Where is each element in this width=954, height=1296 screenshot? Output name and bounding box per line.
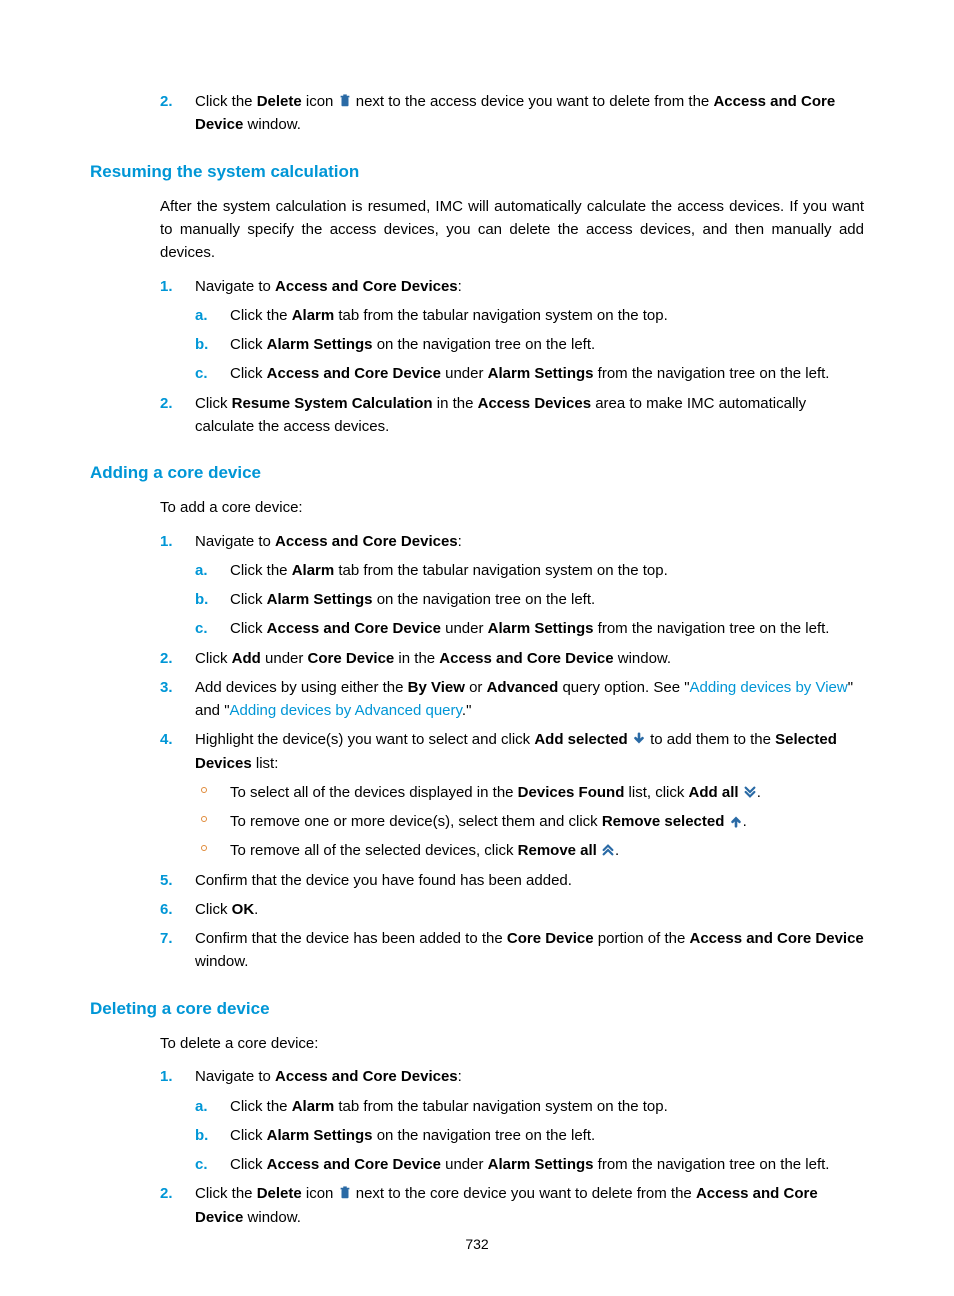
step-5: 5. Confirm that the device you have foun…: [160, 869, 864, 892]
step-4: 4. Highlight the device(s) you want to s…: [160, 728, 864, 862]
substep-b: b. Click Alarm Settings on the navigatio…: [195, 1124, 864, 1147]
deleting-list: 1. Navigate to Access and Core Devices: …: [160, 1065, 864, 1229]
intro-resuming: After the system calculation is resumed,…: [160, 195, 864, 265]
adding-list: 1. Navigate to Access and Core Devices: …: [160, 530, 864, 974]
bullets: To select all of the devices displayed i…: [195, 781, 864, 863]
bullet-marker: [201, 787, 207, 793]
link-adding-by-view[interactable]: Adding devices by View: [690, 679, 848, 696]
heading-deleting: Deleting a core device: [90, 996, 864, 1022]
bullet-1: To select all of the devices displayed i…: [195, 781, 864, 804]
step-3: 3. Add devices by using either the By Vi…: [160, 676, 864, 723]
intro-deleting: To delete a core device:: [160, 1032, 864, 1055]
document-page: 2. Click the Delete icon next to the acc…: [0, 0, 954, 1296]
bullet-marker: [201, 816, 207, 822]
trash-icon: [338, 94, 352, 108]
bullet-marker: [201, 845, 207, 851]
substep-a: a. Click the Alarm tab from the tabular …: [195, 1095, 864, 1118]
step-1: 1. Navigate to Access and Core Devices: …: [160, 275, 864, 386]
step-1: 1. Navigate to Access and Core Devices: …: [160, 530, 864, 641]
substeps: a. Click the Alarm tab from the tabular …: [195, 1095, 864, 1177]
intro-adding: To add a core device:: [160, 496, 864, 519]
double-arrow-down-icon: [743, 785, 757, 799]
bullet-3: To remove all of the selected devices, c…: [195, 839, 864, 862]
substep-c: c. Click Access and Core Device under Al…: [195, 1153, 864, 1176]
arrow-down-icon: [632, 732, 646, 746]
substep-a: a. Click the Alarm tab from the tabular …: [195, 559, 864, 582]
top-list: 2. Click the Delete icon next to the acc…: [160, 90, 864, 137]
substeps: a. Click the Alarm tab from the tabular …: [195, 559, 864, 641]
step-7: 7. Confirm that the device has been adde…: [160, 927, 864, 974]
heading-adding: Adding a core device: [90, 460, 864, 486]
double-arrow-up-icon: [601, 843, 615, 857]
page-number: 732: [0, 1234, 954, 1256]
substeps: a. Click the Alarm tab from the tabular …: [195, 304, 864, 386]
substep-c: c. Click Access and Core Device under Al…: [195, 617, 864, 640]
step-1: 1. Navigate to Access and Core Devices: …: [160, 1065, 864, 1176]
trash-icon: [338, 1186, 352, 1200]
bullet-2: To remove one or more device(s), select …: [195, 810, 864, 833]
step-2: 2. Click the Delete icon next to the cor…: [160, 1182, 864, 1229]
resuming-list: 1. Navigate to Access and Core Devices: …: [160, 275, 864, 439]
step-6: 6. Click OK.: [160, 898, 864, 921]
substep-a: a. Click the Alarm tab from the tabular …: [195, 304, 864, 327]
link-adding-by-advanced[interactable]: Adding devices by Advanced query: [230, 702, 462, 719]
step-2: 2. Click the Delete icon next to the acc…: [160, 90, 864, 137]
substep-b: b. Click Alarm Settings on the navigatio…: [195, 333, 864, 356]
heading-resuming: Resuming the system calculation: [90, 159, 864, 185]
arrow-up-icon: [729, 814, 743, 828]
step-2: 2. Click Add under Core Device in the Ac…: [160, 647, 864, 670]
step-2: 2. Click Resume System Calculation in th…: [160, 392, 864, 439]
substep-c: c. Click Access and Core Device under Al…: [195, 362, 864, 385]
substep-b: b. Click Alarm Settings on the navigatio…: [195, 588, 864, 611]
